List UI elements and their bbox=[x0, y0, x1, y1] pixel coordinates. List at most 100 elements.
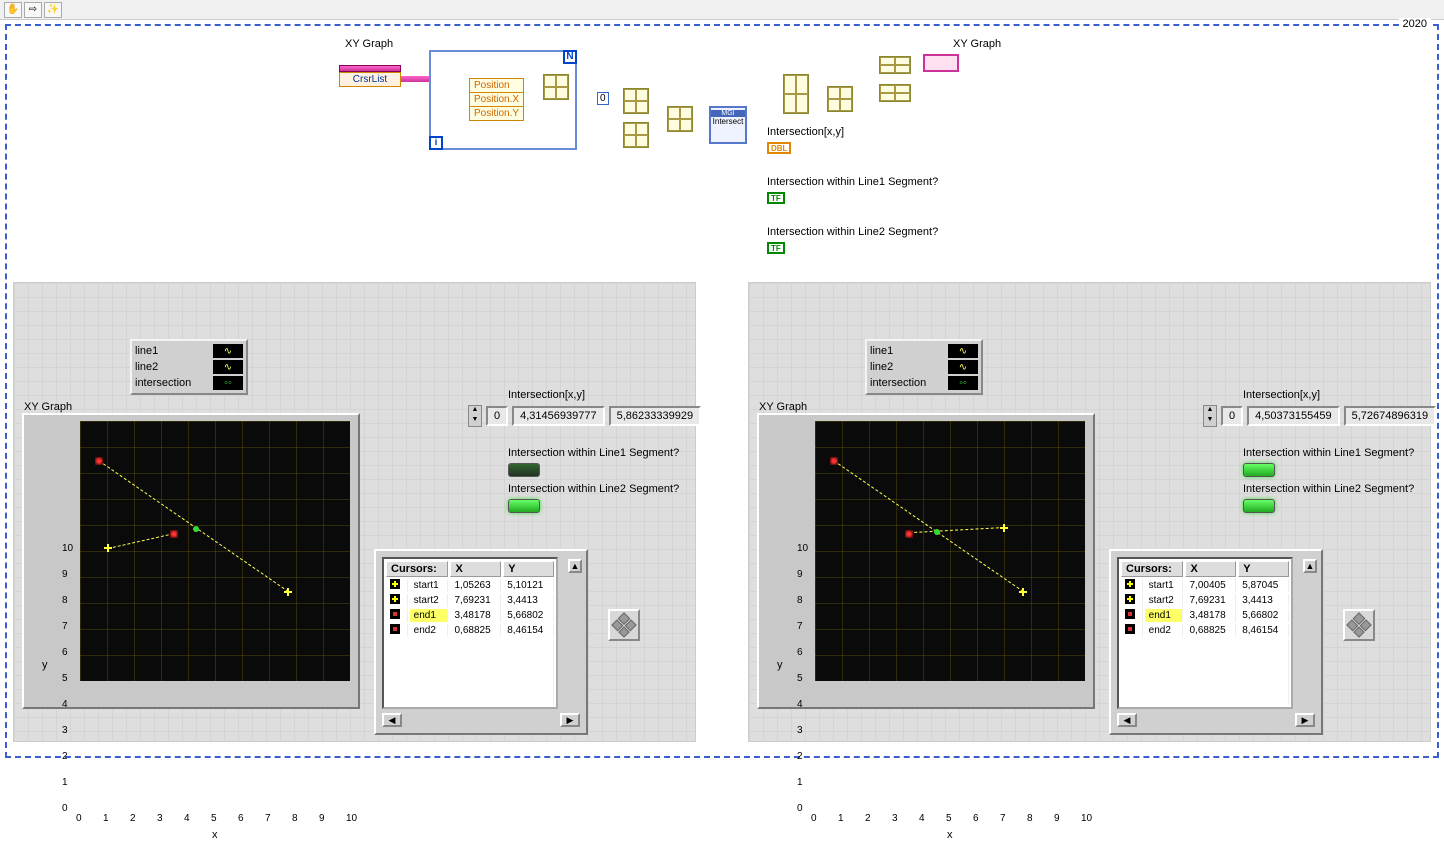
seg1-led bbox=[1243, 463, 1275, 477]
intersection-x-value: 4,31456939777 bbox=[512, 406, 604, 426]
graph-title: XY Graph bbox=[24, 401, 72, 413]
cursor-row[interactable]: start17,004055,87045 bbox=[1121, 579, 1289, 592]
cursor-scroll-up[interactable]: ▲ bbox=[1303, 559, 1317, 573]
plot-line2 bbox=[834, 460, 1024, 591]
cursor-row[interactable]: start27,692313,4413 bbox=[386, 594, 554, 607]
cursor-table[interactable]: Cursors:XY start11,052635,10121start27,6… bbox=[382, 557, 558, 709]
highlight-tool[interactable]: ✨ bbox=[44, 2, 62, 18]
intersection-point bbox=[193, 526, 199, 532]
array-index[interactable]: 0 bbox=[1221, 406, 1243, 426]
pan-tool[interactable]: ✋ bbox=[4, 2, 22, 18]
cursor-row[interactable]: end20,688258,46154 bbox=[1121, 624, 1289, 637]
zero-constant: 0 bbox=[597, 92, 609, 105]
legend-swatch[interactable]: ∿ bbox=[213, 344, 243, 358]
mgi-intersect-subvi[interactable]: MGI Intersect bbox=[709, 106, 747, 144]
plot-line1 bbox=[909, 527, 1004, 533]
loop-i-terminal: i bbox=[429, 136, 443, 150]
legend-swatch[interactable]: ◦◦ bbox=[948, 376, 978, 390]
bundle-node[interactable] bbox=[543, 74, 569, 100]
cursor-row[interactable]: start11,052635,10121 bbox=[386, 579, 554, 592]
cursor-legend: Cursors:XY start17,004055,87045start27,6… bbox=[1109, 549, 1323, 735]
for-loop[interactable]: N i Position Position.X Position.Y bbox=[429, 50, 577, 150]
index-spinner[interactable]: ▲▼ bbox=[1203, 405, 1217, 427]
cursor-scroll-right[interactable]: ▶ bbox=[1295, 713, 1315, 727]
intersection-xy-indicator[interactable]: DBL bbox=[767, 142, 791, 154]
unbundle-by-name[interactable]: Position Position.X Position.Y bbox=[469, 78, 524, 121]
cursor-move-tool[interactable] bbox=[1343, 609, 1375, 641]
cursor-row[interactable]: end20,688258,46154 bbox=[386, 624, 554, 637]
wire-pink bbox=[401, 76, 429, 82]
intersection-array-indicator: ▲▼ 0 4,31456939777 5,86233339929 bbox=[468, 405, 701, 427]
cursor-row[interactable]: start27,692313,4413 bbox=[1121, 594, 1289, 607]
seg1-label: Intersection within Line1 Segment? bbox=[767, 176, 938, 188]
cursor-scroll-left[interactable]: ◀ bbox=[382, 713, 402, 727]
intersection-x-value: 4,50373155459 bbox=[1247, 406, 1339, 426]
plot-legend[interactable]: line1 ∿ line2 ∿ intersection ◦◦ bbox=[865, 339, 983, 395]
legend-item-label: line2 bbox=[870, 361, 944, 373]
front-panel-row: line1 ∿ line2 ∿ intersection ◦◦ XY Graph 0123… bbox=[7, 268, 1437, 756]
cursor-scroll-up[interactable]: ▲ bbox=[568, 559, 582, 573]
seg2-title: Intersection within Line2 Segment? bbox=[1243, 483, 1414, 495]
seg2-title: Intersection within Line2 Segment? bbox=[508, 483, 679, 495]
xy-graph-terminal[interactable] bbox=[923, 54, 959, 72]
build-array-3[interactable] bbox=[879, 56, 911, 74]
plot-area[interactable] bbox=[80, 421, 350, 681]
intersection-xy-title: Intersection[x,y] bbox=[508, 389, 585, 401]
cursor-start2[interactable] bbox=[284, 588, 292, 596]
legend-item-label: intersection bbox=[870, 377, 944, 389]
legend-item-label: intersection bbox=[135, 377, 209, 389]
cursor-start1[interactable] bbox=[104, 544, 112, 552]
cursor-row[interactable]: end13,481785,66802 bbox=[1121, 609, 1289, 622]
seg2-indicator[interactable]: TF bbox=[767, 242, 785, 254]
legend-swatch[interactable]: ◦◦ bbox=[213, 376, 243, 390]
disabled-diagram-frame: 2020 XY Graph CrsrList N i Position Posi… bbox=[5, 24, 1439, 758]
cursor-end2[interactable] bbox=[95, 457, 103, 465]
cursor-table[interactable]: Cursors:XY start17,004055,87045start27,6… bbox=[1117, 557, 1293, 709]
build-array-node-2[interactable] bbox=[623, 122, 649, 148]
legend-swatch[interactable]: ∿ bbox=[948, 344, 978, 358]
cursor-start2[interactable] bbox=[1019, 588, 1027, 596]
xy-graph-out-label: XY Graph bbox=[953, 38, 1001, 50]
plot-area[interactable] bbox=[815, 421, 1085, 681]
xy-graph[interactable]: 012345678910012345678910 x y bbox=[22, 413, 360, 709]
seg2-led bbox=[1243, 499, 1275, 513]
cursor-legend: Cursors:XY start11,052635,10121start27,6… bbox=[374, 549, 588, 735]
merge-node[interactable] bbox=[783, 74, 809, 114]
cursor-scroll-right[interactable]: ▶ bbox=[560, 713, 580, 727]
cursor-start1[interactable] bbox=[1000, 524, 1008, 532]
xy-graph-in-label: XY Graph bbox=[345, 38, 393, 50]
index-array-node[interactable] bbox=[667, 106, 693, 132]
legend-item-label: line1 bbox=[870, 345, 944, 357]
bundle-cluster-node[interactable] bbox=[827, 86, 853, 112]
plot-line1 bbox=[108, 534, 174, 550]
cursor-end1[interactable] bbox=[905, 530, 913, 538]
cursor-scroll-left[interactable]: ◀ bbox=[1117, 713, 1137, 727]
build-array-node[interactable] bbox=[623, 88, 649, 114]
intersection-point bbox=[934, 529, 940, 535]
graph-title: XY Graph bbox=[759, 401, 807, 413]
legend-item-label: line2 bbox=[135, 361, 209, 373]
cursor-end2[interactable] bbox=[830, 457, 838, 465]
cursor-row[interactable]: end13,481785,66802 bbox=[386, 609, 554, 622]
seg1-title: Intersection within Line1 Segment? bbox=[1243, 447, 1414, 459]
build-array-4[interactable] bbox=[879, 84, 911, 102]
intersection-xy-title: Intersection[x,y] bbox=[1243, 389, 1320, 401]
cursor-end1[interactable] bbox=[170, 530, 178, 538]
legend-swatch[interactable]: ∿ bbox=[948, 360, 978, 374]
array-index[interactable]: 0 bbox=[486, 406, 508, 426]
loop-n-terminal: N bbox=[563, 50, 577, 64]
block-diagram: XY Graph CrsrList N i Position Position.… bbox=[7, 26, 1437, 276]
plot-legend[interactable]: line1 ∿ line2 ∿ intersection ◦◦ bbox=[130, 339, 248, 395]
front-panel: line1 ∿ line2 ∿ intersection ◦◦ XY Graph 0123… bbox=[748, 282, 1431, 742]
seg2-label: Intersection within Line2 Segment? bbox=[767, 226, 938, 238]
seg2-led bbox=[508, 499, 540, 513]
seg1-indicator[interactable]: TF bbox=[767, 192, 785, 204]
legend-item-label: line1 bbox=[135, 345, 209, 357]
legend-swatch[interactable]: ∿ bbox=[213, 360, 243, 374]
intersection-xy-label: Intersection[x,y] bbox=[767, 126, 844, 138]
step-tool[interactable]: ⇨ bbox=[24, 2, 42, 18]
xy-graph[interactable]: 012345678910012345678910 x y bbox=[757, 413, 1095, 709]
cursor-move-tool[interactable] bbox=[608, 609, 640, 641]
index-spinner[interactable]: ▲▼ bbox=[468, 405, 482, 427]
crsrlist-property-node[interactable]: CrsrList bbox=[339, 65, 401, 87]
